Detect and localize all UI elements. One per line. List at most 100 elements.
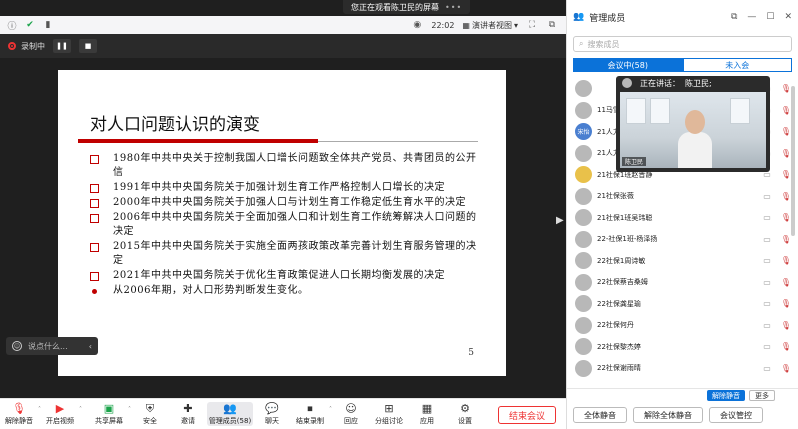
emoji-icon[interactable]: ☺ xyxy=(12,341,22,351)
meeting-control-button[interactable]: 会议管控 xyxy=(709,407,763,423)
mic-muted-icon: 🎙 xyxy=(780,234,791,244)
stop-record-button[interactable]: ■ xyxy=(79,39,97,53)
minimize-icon[interactable]: — xyxy=(747,12,756,22)
camera-off-icon: ▭ xyxy=(763,299,771,309)
shield-check-icon[interactable]: ✔ xyxy=(24,19,36,31)
search-placeholder: 搜索成员 xyxy=(587,39,620,49)
more-dots-icon[interactable]: ••• xyxy=(445,3,462,12)
stop-recording-button[interactable]: ⏹ 结束录制 xyxy=(291,402,329,426)
signal-icon[interactable]: ▮ xyxy=(42,19,54,31)
square-bullet-icon xyxy=(90,184,99,193)
meeting-toolbar: 🎙 解除静音 ˄ ▶ 开启视频 ˄ ▣ 共享屏幕 ˄ ⛨ 安全 ✚ 邀请 👥 管理成员(58… xyxy=(0,398,566,429)
camera-off-icon: ▭ xyxy=(763,191,771,201)
slide-bullet: 2015年中共中央国务院关于实施全面两孩政策改革完善计划生育服务管理的决定 xyxy=(90,240,480,268)
list-item[interactable]: 22社保谢雨晴 ▭ 🎙 xyxy=(567,358,798,380)
chevron-left-icon[interactable]: ‹ xyxy=(89,342,92,351)
security-button[interactable]: ⛨ 安全 xyxy=(131,402,169,426)
screen-share-banner: 您正在观看陈卫民的屏幕 ••• xyxy=(343,0,471,14)
mic-muted-icon: 🎙 xyxy=(780,127,791,137)
unmute-button[interactable]: 🎙 解除静音 xyxy=(0,402,38,426)
more-button[interactable]: 更多 xyxy=(749,390,775,401)
list-item[interactable]: 21社保张薇 ▭ 🎙 xyxy=(567,186,798,208)
avatar xyxy=(575,273,592,291)
close-icon[interactable]: ✕ xyxy=(784,12,792,22)
unmute-all-button[interactable]: 解除全体静音 xyxy=(633,407,703,423)
mic-muted-icon: 🎙 xyxy=(780,320,791,330)
meeting-area: 您正在观看陈卫民的屏幕 ••• ⓘ ✔ ▮ ◉ 22:02 ▦ 演讲者视图 ▾ … xyxy=(0,0,566,429)
members-icon: 👥 xyxy=(573,12,585,22)
invite-button[interactable]: ✚ 邀请 xyxy=(169,402,207,426)
slide-bullet: 2006年中共中央国务院关于全面加强人口和计划生育工作统筹解决人口问题的决定 xyxy=(90,211,480,239)
mic-muted-icon: 🎙 xyxy=(780,299,791,309)
member-list-scrollbar[interactable] xyxy=(791,86,795,236)
meeting-app: 您正在观看陈卫民的屏幕 ••• ⓘ ✔ ▮ ◉ 22:02 ▦ 演讲者视图 ▾ … xyxy=(0,0,798,429)
list-item[interactable]: 22社保蔡吉桑姆 ▭ 🎙 xyxy=(567,272,798,294)
speaker-name-tag: 陈卫民 xyxy=(622,157,647,166)
settings-icon: ⚙ xyxy=(460,402,470,415)
slide-bullet: 2021年中共中央国务院关于优化生育政策促进人口长期均衡发展的决定 xyxy=(90,269,480,283)
apps-button[interactable]: ▦ 应用 xyxy=(408,402,446,426)
members-button[interactable]: 👥 管理成员(58) xyxy=(207,402,253,426)
speaker-person xyxy=(678,110,712,168)
end-meeting-button[interactable]: 结束会议 xyxy=(497,406,556,424)
tab-in-meeting[interactable]: 会议中(58) xyxy=(573,58,683,72)
chevron-up-icon[interactable]: ˄ xyxy=(79,406,82,413)
camera-off-icon: ▭ xyxy=(763,277,771,287)
avatar xyxy=(575,80,592,98)
chat-button[interactable]: 💬 聊天 xyxy=(253,402,291,426)
chat-input[interactable]: ☺ 说点什么... ‹ xyxy=(6,337,98,355)
meeting-time: 22:02 xyxy=(431,20,455,30)
avatar xyxy=(575,166,592,184)
list-item[interactable]: 22社保黎杰婷 ▭ 🎙 xyxy=(567,336,798,358)
camera-off-icon: ▭ xyxy=(763,256,771,266)
info-icon[interactable]: ⓘ xyxy=(6,19,18,32)
mute-all-button[interactable]: 全体静音 xyxy=(573,407,627,423)
mic-muted-icon: 🎙 xyxy=(780,191,791,201)
active-speaker-window[interactable]: 正在讲话： 陈卫民; 陈卫民 xyxy=(616,76,770,172)
list-item[interactable]: 22社保龚星瑜 ▭ 🎙 xyxy=(567,293,798,315)
fullscreen-icon[interactable]: ⛶ xyxy=(526,19,538,31)
unmute-member-button[interactable]: 解除静音 xyxy=(707,390,745,401)
reaction-button[interactable]: ☺ 回应 xyxy=(332,402,370,426)
list-item[interactable]: 22社保何丹 ▭ 🎙 xyxy=(567,315,798,337)
camera-off-icon: ▭ xyxy=(763,363,771,373)
avatar xyxy=(575,101,592,119)
speaker-name: 陈卫民; xyxy=(685,78,712,88)
mic-muted-icon: 🎙 xyxy=(780,84,791,94)
slide-bullet: 从2006年期，对人口形势判断发生变化。 xyxy=(90,284,480,298)
start-video-button[interactable]: ▶ 开启视频 xyxy=(41,402,79,426)
slide-page-number: 5 xyxy=(468,348,474,358)
chevron-down-icon: ▾ xyxy=(513,20,518,30)
avatar: 宋怡 xyxy=(575,123,592,141)
maximize-icon[interactable]: ☐ xyxy=(766,12,774,22)
camera-off-icon: ▭ xyxy=(763,342,771,352)
avatar xyxy=(575,230,592,248)
popout-icon[interactable]: ⧉ xyxy=(546,19,558,31)
avatar xyxy=(622,78,632,88)
tab-not-joined[interactable]: 未入会 xyxy=(682,58,792,72)
mic-muted-icon: 🎙 xyxy=(780,277,791,287)
camera-off-icon: ▭ xyxy=(763,234,771,244)
mic-muted-icon: 🎙 xyxy=(780,256,791,266)
settings-button[interactable]: ⚙ 设置 xyxy=(446,402,484,426)
list-item[interactable]: 22-社保1班-杨泽扬 ▭ 🎙 xyxy=(567,229,798,251)
popout-icon[interactable]: ⧉ xyxy=(731,12,737,22)
share-screen-icon: ▣ xyxy=(103,402,115,415)
view-switch[interactable]: ▦ 演讲者视图 ▾ xyxy=(462,20,518,31)
panel-footer: 解除静音 更多 全体静音 解除全体静音 会议管控 xyxy=(567,388,798,429)
list-item[interactable]: 21社保1班吴玮聪 ▭ 🎙 xyxy=(567,207,798,229)
search-icon: ⌕ xyxy=(579,39,584,48)
square-bullet-icon xyxy=(90,155,99,164)
collapse-panel-icon[interactable]: ▶ xyxy=(556,215,564,226)
recording-label: 录制中 xyxy=(21,41,45,51)
square-bullet-icon xyxy=(90,199,99,208)
speaker-video: 陈卫民 xyxy=(620,92,766,168)
avatar xyxy=(575,144,592,162)
breakout-button[interactable]: ⊞ 分组讨论 xyxy=(370,402,408,426)
avatar xyxy=(575,359,592,377)
member-tabs: 会议中(58) 未入会 xyxy=(573,58,792,72)
share-screen-button[interactable]: ▣ 共享屏幕 xyxy=(90,402,128,426)
pause-record-button[interactable]: ❚❚ xyxy=(53,39,71,53)
member-search-input[interactable]: ⌕ 搜索成员 xyxy=(573,36,792,52)
list-item[interactable]: 22社保1周诗敏 ▭ 🎙 xyxy=(567,250,798,272)
